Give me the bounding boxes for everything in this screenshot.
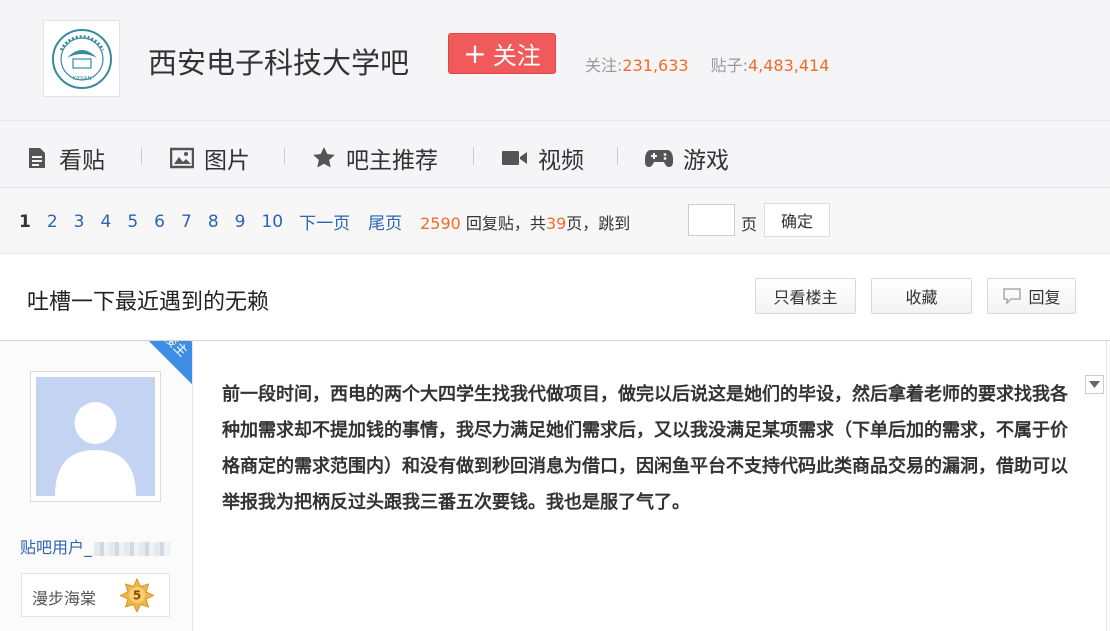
reply-summary: 2590 回复贴，共39页，跳到 xyxy=(420,210,630,234)
page-unit-label: 页 xyxy=(741,215,758,234)
level-title: 漫步海棠 xyxy=(32,589,97,608)
page-link[interactable]: 3 xyxy=(74,212,85,232)
video-icon xyxy=(502,151,527,165)
only-op-button[interactable]: 只看楼主 xyxy=(755,278,856,314)
pagination: 1 2 3 4 5 6 7 8 9 10 下一页 尾页 2590 回复贴，共39… xyxy=(19,209,630,235)
username-redacted xyxy=(94,541,171,556)
forum-title[interactable]: 西安电子科技大学吧 xyxy=(148,40,409,82)
tab-videos[interactable]: 视频 xyxy=(502,141,584,175)
level-badge-icon: 5 xyxy=(120,578,154,612)
followers-label: 关注: xyxy=(585,56,623,75)
page-link[interactable]: 4 xyxy=(101,212,112,232)
tab-label: 视频 xyxy=(538,148,584,174)
tab-images[interactable]: 图片 xyxy=(170,141,250,175)
comment-icon xyxy=(1003,288,1022,305)
gamepad-icon xyxy=(645,150,673,167)
reply-text: 回复贴，共 xyxy=(465,213,546,233)
tab-label: 吧主推荐 xyxy=(346,148,438,174)
page-link[interactable]: 5 xyxy=(127,212,138,232)
chevron-down-icon xyxy=(1089,381,1100,388)
page-jump-input[interactable] xyxy=(688,204,735,236)
username-text: 贴吧用户_ xyxy=(20,538,93,557)
page-link[interactable]: 10 xyxy=(261,212,283,232)
follow-label: 关注 xyxy=(492,42,541,70)
forum-stats: 关注:231,633 贴子:4,483,414 xyxy=(585,52,829,76)
posts-label: 贴子: xyxy=(710,56,748,75)
svg-text:XIDIAN: XIDIAN xyxy=(72,76,91,82)
level-number: 5 xyxy=(133,589,141,603)
nav-divider xyxy=(473,147,474,165)
tab-posts[interactable]: 看贴 xyxy=(25,141,105,175)
image-icon xyxy=(170,147,194,169)
followers-count: 231,633 xyxy=(622,56,689,75)
post-menu-arrow[interactable] xyxy=(1085,375,1104,394)
page-link[interactable]: 7 xyxy=(181,212,192,232)
nav-divider xyxy=(284,147,285,165)
jump-text: 页，跳到 xyxy=(566,213,631,233)
user-level[interactable]: 漫步海棠 5 xyxy=(21,573,170,617)
username[interactable]: 贴吧用户_ xyxy=(20,534,171,558)
reply-button[interactable]: 回复 xyxy=(987,278,1076,314)
author-panel: 楼主 贴吧用户_ 漫步海棠 5 xyxy=(0,341,193,631)
plus-icon: + xyxy=(463,36,487,70)
forum-header: XIDIAN 西安电子科技大学吧 + 关注 关注:231,633 贴子:4,483… xyxy=(0,0,1110,120)
university-seal-icon: XIDIAN xyxy=(51,28,112,89)
page-link[interactable]: 8 xyxy=(208,212,219,232)
tab-label: 图片 xyxy=(204,148,250,174)
nav-divider xyxy=(141,147,142,165)
page-link[interactable]: 6 xyxy=(154,212,165,232)
avatar[interactable] xyxy=(30,371,161,502)
default-avatar-icon xyxy=(36,377,155,496)
tab-recommended[interactable]: 吧主推荐 xyxy=(312,141,438,175)
content-border xyxy=(1106,341,1107,631)
forum-nav: 看贴 图片 吧主推荐 视频 游戏 xyxy=(0,120,1110,188)
page-link-current: 1 xyxy=(19,211,31,232)
tab-games[interactable]: 游戏 xyxy=(645,141,729,175)
next-page-link[interactable]: 下一页 xyxy=(299,209,350,234)
page-link[interactable]: 2 xyxy=(47,212,58,232)
post-content: 前一段时间，西电的两个大四学生找我代做项目，做完以后说这是她们的毕设，然后拿着老… xyxy=(222,384,1068,513)
confirm-jump-button[interactable]: 确定 xyxy=(764,203,830,237)
thread-header: 吐槽一下最近遇到的无赖 只看楼主 收藏 回复 xyxy=(0,255,1110,341)
page-link[interactable]: 9 xyxy=(235,212,246,232)
star-icon xyxy=(313,147,335,168)
thread-title: 吐槽一下最近遇到的无赖 xyxy=(27,290,270,315)
reply-count: 2590 xyxy=(420,213,461,233)
last-page-link[interactable]: 尾页 xyxy=(368,209,402,234)
pagination-bar: 1 2 3 4 5 6 7 8 9 10 下一页 尾页 2590 回复贴，共39… xyxy=(0,188,1110,254)
forum-logo[interactable]: XIDIAN xyxy=(43,20,120,97)
document-icon xyxy=(29,148,45,168)
favorite-button[interactable]: 收藏 xyxy=(871,278,972,314)
page-total: 39 xyxy=(545,213,567,233)
reply-label: 回复 xyxy=(1028,288,1061,307)
tab-label: 游戏 xyxy=(683,148,729,174)
nav-divider xyxy=(617,147,618,165)
follow-button[interactable]: + 关注 xyxy=(448,33,556,74)
posts-count: 4,483,414 xyxy=(747,56,830,75)
tab-label: 看贴 xyxy=(59,148,105,174)
